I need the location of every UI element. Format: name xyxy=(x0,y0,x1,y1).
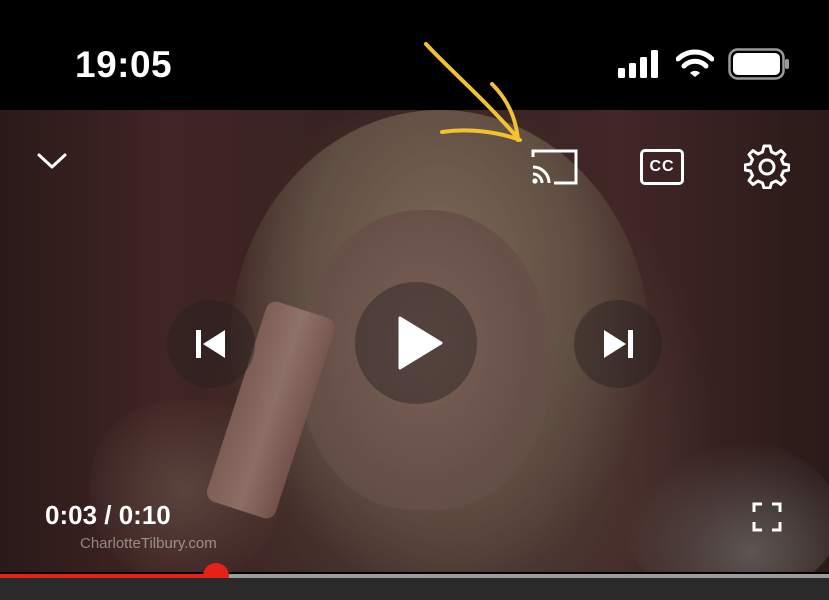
status-time: 19:05 xyxy=(75,44,173,85)
cast-icon[interactable] xyxy=(530,147,580,187)
wifi-icon xyxy=(676,49,714,77)
time-separator: / xyxy=(97,500,119,530)
previous-button[interactable] xyxy=(167,300,255,388)
fullscreen-icon[interactable] xyxy=(752,502,782,532)
status-bar: 19:05 xyxy=(0,0,829,110)
next-icon xyxy=(604,330,633,358)
current-time: 0:03 xyxy=(45,500,98,530)
settings-gear-icon[interactable] xyxy=(744,143,790,189)
cellular-signal-icon xyxy=(618,50,658,78)
annotation-arrow-icon xyxy=(424,42,522,142)
minimize-chevron-icon[interactable] xyxy=(36,150,68,172)
battery-icon xyxy=(728,48,789,80)
video-watermark: CharlotteTilbury.com xyxy=(80,535,217,552)
playback-time: 0:03 / 0:10 xyxy=(45,500,171,531)
previous-icon xyxy=(196,330,225,358)
captions-button[interactable]: CC xyxy=(640,149,684,185)
below-player-strip xyxy=(0,578,829,600)
next-button[interactable] xyxy=(574,300,662,388)
play-icon xyxy=(398,316,443,370)
duration: 0:10 xyxy=(118,500,171,530)
play-button[interactable] xyxy=(355,282,477,404)
captions-icon: CC xyxy=(649,158,675,175)
